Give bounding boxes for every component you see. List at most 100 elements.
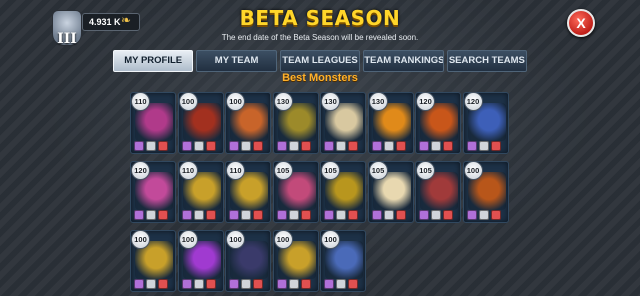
rune-gem-icon xyxy=(383,141,394,151)
monster-level-badge: 105 xyxy=(321,161,340,180)
monster-rune-slots xyxy=(181,141,216,151)
monster-rune-slots xyxy=(276,279,311,289)
rune-gem-icon xyxy=(193,210,204,220)
monster-level-badge: 110 xyxy=(226,161,245,180)
rune-gem-icon xyxy=(395,141,406,151)
rune-gem-icon xyxy=(336,141,346,151)
rune-gem-icon xyxy=(276,141,287,151)
rune-gem-icon xyxy=(193,279,204,289)
monster-rune-slots xyxy=(324,141,358,151)
rune-gem-icon xyxy=(253,210,263,220)
monster-level-badge: 100 xyxy=(226,92,245,111)
tab-my-team[interactable]: MY TEAM xyxy=(196,50,277,72)
tab-team-rankings[interactable]: TEAM RANKINGS xyxy=(363,50,444,72)
monster-card[interactable]: 100 xyxy=(177,230,224,292)
monster-level-badge: 110 xyxy=(178,161,198,180)
rune-gem-icon xyxy=(134,210,144,220)
rune-gem-icon xyxy=(478,210,489,220)
monster-level-badge: 120 xyxy=(131,161,150,180)
monster-card[interactable]: 105 xyxy=(367,161,414,223)
monster-card[interactable]: 120 xyxy=(462,92,509,154)
rune-gem-icon xyxy=(205,279,216,289)
rune-gem-icon xyxy=(229,279,239,289)
tab-search-teams[interactable]: SEARCH TEAMS xyxy=(446,50,528,72)
tab-team-leagues[interactable]: TEAM LEAGUES xyxy=(279,50,361,72)
rune-gem-icon xyxy=(146,141,156,151)
monster-rune-slots xyxy=(324,279,358,289)
rune-gem-icon xyxy=(371,210,382,220)
monster-level-badge: 105 xyxy=(368,161,388,180)
monster-card[interactable]: 100 xyxy=(130,230,176,292)
monster-level-badge: 100 xyxy=(463,161,483,180)
rune-gem-icon xyxy=(443,141,453,151)
rune-gem-icon xyxy=(241,141,251,151)
monster-card[interactable]: 105 xyxy=(320,161,366,223)
monster-card[interactable]: 130 xyxy=(367,92,414,154)
monster-rune-slots xyxy=(466,210,501,220)
rune-gem-icon xyxy=(348,210,358,220)
rune-gem-icon xyxy=(478,141,489,151)
monster-level-badge: 105 xyxy=(416,161,435,180)
monster-level-badge: 100 xyxy=(131,230,150,249)
rune-gem-icon xyxy=(288,210,299,220)
rune-gem-icon xyxy=(324,210,334,220)
rune-gem-icon xyxy=(253,141,263,151)
monster-card[interactable]: 130 xyxy=(272,92,319,154)
monster-level-badge: 120 xyxy=(416,92,435,111)
rune-gem-icon xyxy=(134,279,144,289)
monster-level-badge: 120 xyxy=(463,92,483,111)
tab-my-profile[interactable]: MY PROFILE xyxy=(113,50,194,72)
rune-gem-icon xyxy=(419,141,429,151)
rune-gem-icon xyxy=(300,279,311,289)
rune-gem-icon xyxy=(336,210,346,220)
monster-level-badge: 130 xyxy=(368,92,388,111)
rune-gem-icon xyxy=(466,210,477,220)
rune-gem-icon xyxy=(181,210,192,220)
monster-card[interactable]: 100 xyxy=(462,161,509,223)
page-title: BETA SEASON xyxy=(239,6,401,30)
monster-rune-slots xyxy=(324,210,358,220)
monster-card[interactable]: 100 xyxy=(177,92,224,154)
monster-grid: 110 100 100 130 130 130 120 120 120 110 110 105 105 1… xyxy=(130,92,512,296)
monster-rune-slots xyxy=(229,141,263,151)
monster-card[interactable]: 105 xyxy=(415,161,461,223)
rune-gem-icon xyxy=(193,141,204,151)
monster-card[interactable]: 110 xyxy=(130,92,176,154)
rune-gem-icon xyxy=(490,141,501,151)
monster-level-badge: 100 xyxy=(178,230,198,249)
monster-card[interactable]: 120 xyxy=(130,161,176,223)
rune-gem-icon xyxy=(241,279,251,289)
monster-level-badge: 105 xyxy=(273,161,293,180)
monster-card[interactable]: 100 xyxy=(225,230,271,292)
rune-gem-icon xyxy=(181,141,192,151)
monster-card[interactable]: 110 xyxy=(177,161,224,223)
monster-rune-slots xyxy=(134,210,168,220)
monster-rune-slots xyxy=(371,210,406,220)
monster-card[interactable]: 110 xyxy=(225,161,271,223)
monster-card[interactable]: 100 xyxy=(225,92,271,154)
monster-card[interactable]: 120 xyxy=(415,92,461,154)
rune-gem-icon xyxy=(443,210,453,220)
monster-rune-slots xyxy=(134,141,168,151)
rune-gem-icon xyxy=(324,141,334,151)
rune-gem-icon xyxy=(205,141,216,151)
rune-gem-icon xyxy=(348,279,358,289)
monster-rune-slots xyxy=(466,141,501,151)
monster-card[interactable]: 105 xyxy=(272,161,319,223)
rune-gem-icon xyxy=(276,279,287,289)
section-title: Best Monsters xyxy=(282,72,358,84)
close-button[interactable]: X xyxy=(567,9,595,37)
monster-level-badge: 110 xyxy=(131,92,150,111)
rune-gem-icon xyxy=(395,210,406,220)
rune-gem-icon xyxy=(229,210,239,220)
tab-bar: MY PROFILE MY TEAM TEAM LEAGUES TEAM RAN… xyxy=(113,50,528,72)
rune-gem-icon xyxy=(300,141,311,151)
monster-rune-slots xyxy=(419,141,453,151)
rune-gem-icon xyxy=(241,210,251,220)
monster-rune-slots xyxy=(134,279,168,289)
monster-card[interactable]: 100 xyxy=(320,230,366,292)
rune-gem-icon xyxy=(288,141,299,151)
monster-card[interactable]: 100 xyxy=(272,230,319,292)
monster-card[interactable]: 130 xyxy=(320,92,366,154)
rune-gem-icon xyxy=(431,210,441,220)
